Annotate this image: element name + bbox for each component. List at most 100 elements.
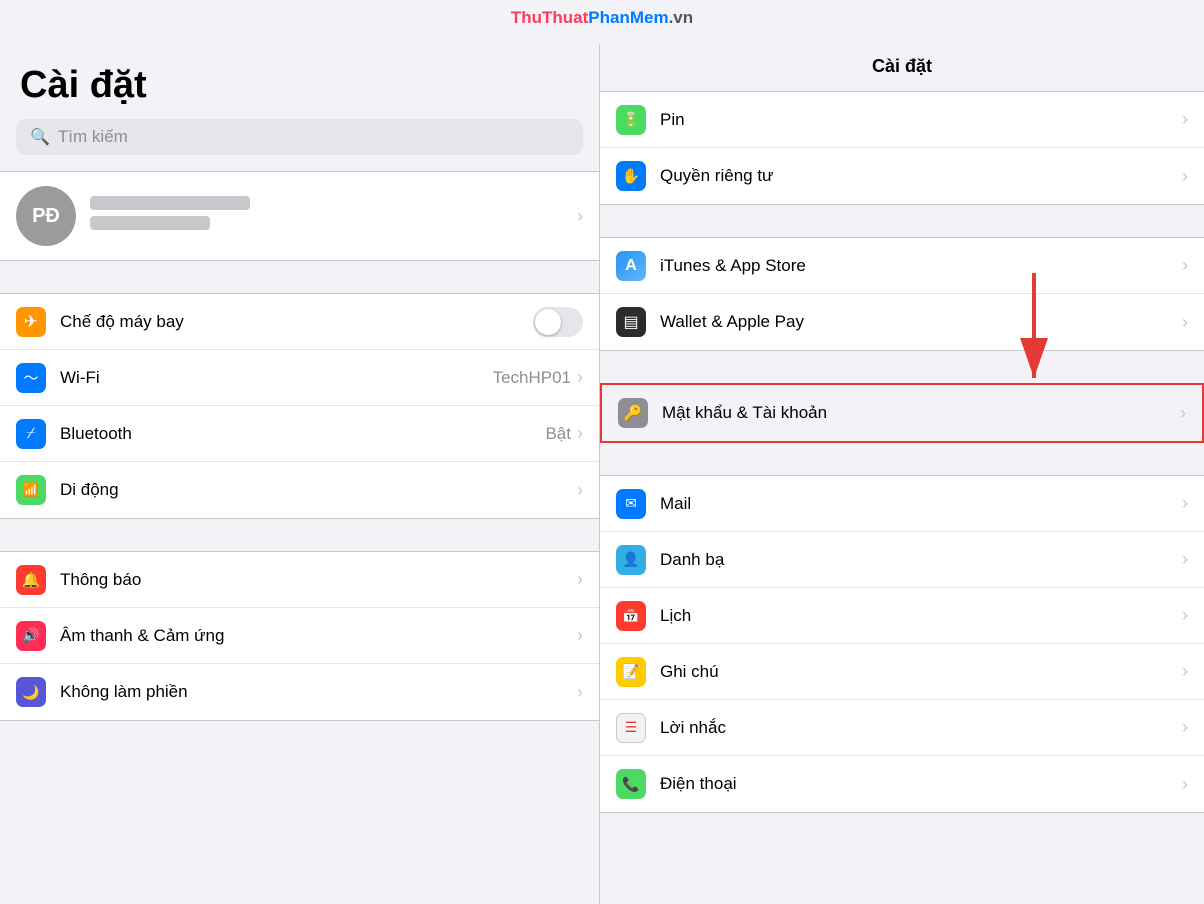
right-sep-3 (600, 443, 1204, 475)
notes-row[interactable]: 📝 Ghi chú › (600, 644, 1204, 700)
wallet-row[interactable]: ▤ Wallet & Apple Pay › (600, 294, 1204, 350)
profile-chevron: › (577, 206, 583, 227)
dnd-chevron: › (577, 682, 583, 703)
notifications-row[interactable]: 🔔 Thông báo › (0, 552, 599, 608)
profile-info (90, 196, 577, 236)
reminders-label: Lời nhắc (660, 718, 1182, 738)
itunes-label: iTunes & App Store (660, 256, 1182, 276)
battery-chevron: › (1182, 109, 1188, 130)
password-group: 🔑 Mật khẩu & Tài khoản › (600, 383, 1204, 443)
left-title: Cài đặt (0, 44, 599, 119)
dnd-label: Không làm phiền (60, 682, 577, 702)
wallet-label: Wallet & Apple Pay (660, 312, 1182, 332)
bluetooth-row[interactable]: ⌿ Bluetooth Bật › (0, 406, 599, 462)
phone-chevron: › (1182, 774, 1188, 795)
notifications-icon-box: 🔔 (16, 565, 46, 595)
battery-row[interactable]: 🔋 Pin › (600, 92, 1204, 148)
reminders-row[interactable]: ☰ Lời nhắc › (600, 700, 1204, 756)
calendar-chevron: › (1182, 605, 1188, 626)
notifications-icon: 🔔 (22, 571, 41, 589)
wifi-value: TechHP01 (493, 368, 571, 388)
privacy-chevron: › (1182, 166, 1188, 187)
airplane-mode-row[interactable]: ✈ Chế độ máy bay (0, 294, 599, 350)
mobile-icon: 📶 (23, 482, 39, 498)
search-placeholder: Tìm kiếm (58, 127, 128, 147)
right-panel: Cài đặt 🔋 Pin › ✋ Quyền riêng tư › (600, 44, 1204, 904)
privacy-label: Quyền riêng tư (660, 166, 1182, 186)
separator-1 (0, 261, 599, 293)
privacy-icon: ✋ (622, 167, 641, 185)
phone-icon-box: 📞 (616, 769, 646, 799)
bluetooth-label: Bluetooth (60, 424, 545, 444)
notes-chevron: › (1182, 661, 1188, 682)
phone-row[interactable]: 📞 Điện thoại › (600, 756, 1204, 812)
password-label: Mật khẩu & Tài khoản (662, 403, 1180, 423)
watermark: ThuThuatPhanMem.vn (511, 8, 693, 28)
wifi-row[interactable]: 〜 Wi-Fi TechHP01 › (0, 350, 599, 406)
calendar-icon: 📅 (622, 607, 639, 624)
sounds-icon-box: 🔊 (16, 621, 46, 651)
mail-chevron: › (1182, 493, 1188, 514)
bluetooth-value: Bật (545, 424, 571, 444)
battery-icon-box: 🔋 (616, 105, 646, 135)
sounds-row[interactable]: 🔊 Âm thanh & Cảm ứng › (0, 608, 599, 664)
right-group-1: 🔋 Pin › ✋ Quyền riêng tư › (600, 91, 1204, 205)
wifi-icon-box: 〜 (16, 363, 46, 393)
dnd-icon-box: 🌙 (16, 677, 46, 707)
profile-sub-blurred (90, 216, 210, 230)
wallet-chevron: › (1182, 312, 1188, 333)
toggle-knob (535, 309, 561, 335)
watermark-phan: Phan (588, 8, 630, 27)
right-title: Cài đặt (600, 44, 1204, 91)
notes-icon: 📝 (622, 663, 639, 680)
reminders-icon: ☰ (625, 719, 638, 736)
mail-row[interactable]: ✉ Mail › (600, 476, 1204, 532)
contacts-icon-box: 👤 (616, 545, 646, 575)
sounds-icon: 🔊 (22, 627, 39, 644)
bluetooth-chevron: › (577, 423, 583, 444)
reminders-icon-box: ☰ (616, 713, 646, 743)
notes-icon-box: 📝 (616, 657, 646, 687)
mobile-label: Di động (60, 480, 577, 500)
battery-label: Pin (660, 110, 1182, 130)
watermark-thu: Thu (511, 8, 542, 27)
mobile-row[interactable]: 📶 Di động › (0, 462, 599, 518)
privacy-icon-box: ✋ (616, 161, 646, 191)
bluetooth-icon-box: ⌿ (16, 419, 46, 449)
sounds-label: Âm thanh & Cảm ứng (60, 626, 577, 646)
phone-icon: 📞 (622, 776, 639, 793)
airplane-toggle[interactable] (533, 307, 583, 337)
dnd-icon: 🌙 (22, 684, 39, 701)
sounds-chevron: › (577, 625, 583, 646)
airplane-label: Chế độ máy bay (60, 312, 533, 332)
battery-icon: 🔋 (622, 111, 639, 128)
search-icon: 🔍 (30, 127, 50, 147)
mobile-chevron: › (577, 480, 583, 501)
contacts-row[interactable]: 👤 Danh bạ › (600, 532, 1204, 588)
itunes-row[interactable]: A iTunes & App Store › (600, 238, 1204, 294)
itunes-chevron: › (1182, 255, 1188, 276)
search-bar[interactable]: 🔍 Tìm kiếm (16, 119, 583, 155)
watermark-mem: Mem (630, 8, 669, 27)
wallet-icon: ▤ (623, 312, 638, 332)
password-icon-box: 🔑 (618, 398, 648, 428)
mobile-icon-box: 📶 (16, 475, 46, 505)
password-chevron: › (1180, 403, 1186, 424)
watermark-vn: .vn (669, 8, 694, 27)
calendar-icon-box: 📅 (616, 601, 646, 631)
right-group-2: A iTunes & App Store › ▤ Wallet & Apple … (600, 237, 1204, 351)
notes-label: Ghi chú (660, 662, 1182, 682)
left-panel: Cài đặt 🔍 Tìm kiếm PĐ › ✈ Ch (0, 44, 600, 904)
red-arrow (994, 273, 1074, 393)
privacy-row[interactable]: ✋ Quyền riêng tư › (600, 148, 1204, 204)
wifi-icon: 〜 (23, 367, 38, 388)
notifications-label: Thông báo (60, 570, 577, 590)
avatar: PĐ (16, 186, 76, 246)
reminders-chevron: › (1182, 717, 1188, 738)
dnd-row[interactable]: 🌙 Không làm phiền › (0, 664, 599, 720)
separator-2 (0, 519, 599, 551)
profile-row[interactable]: PĐ › (0, 171, 599, 261)
bluetooth-icon: ⌿ (26, 425, 36, 443)
calendar-row[interactable]: 📅 Lịch › (600, 588, 1204, 644)
password-row[interactable]: 🔑 Mật khẩu & Tài khoản › (602, 385, 1202, 441)
